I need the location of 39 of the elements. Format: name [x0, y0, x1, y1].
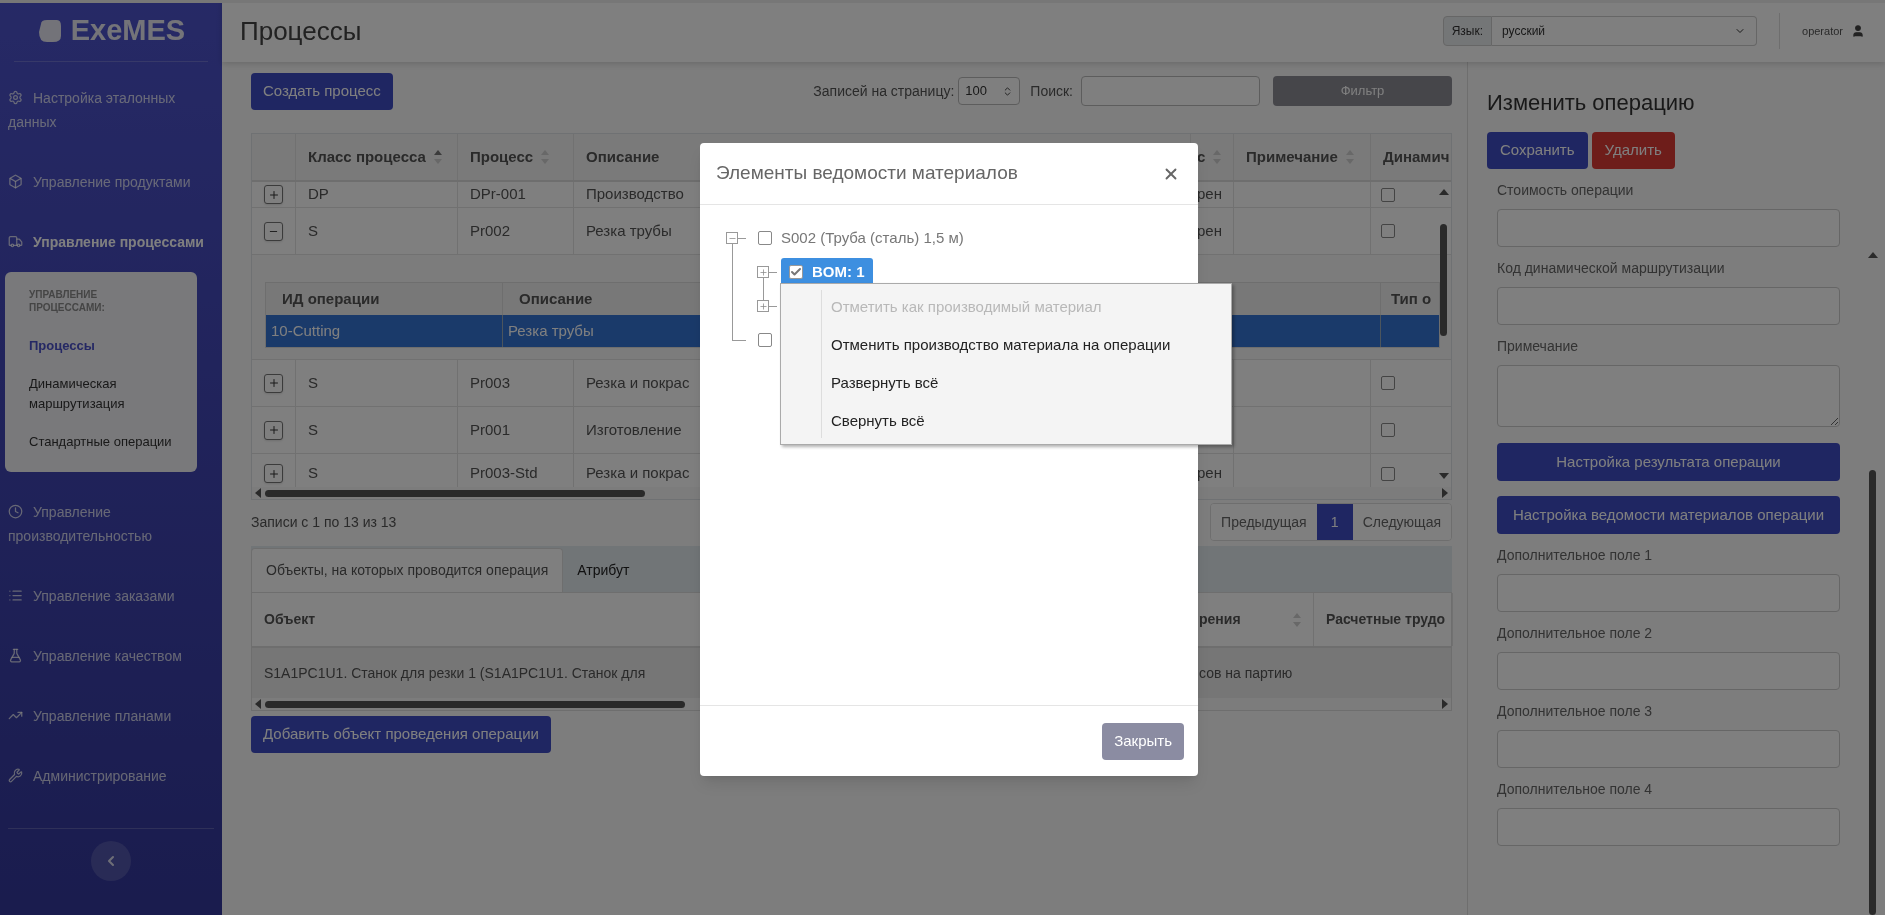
table-cell-text: Pr003: [470, 372, 511, 393]
tree-label: S002 (Труба (сталь) 1,5 м): [781, 227, 964, 248]
table-cell-text: сов на партию: [1199, 663, 1293, 683]
page-size-label: Записей на страницу:: [813, 81, 955, 101]
table-cell-text: DPr-001: [470, 184, 526, 205]
logo-text: ExeMES: [70, 12, 186, 48]
field-label: Код динамической маршрутизации: [1497, 259, 1726, 277]
search-label: Поиск:: [1030, 81, 1073, 101]
tree-label: BOM: 1: [812, 261, 865, 282]
table-cell-text: 10-Cutting: [271, 320, 341, 341]
table-cell-text: S: [308, 463, 318, 484]
table-cell-text: Резка трубы: [586, 220, 672, 241]
table-cell-text: Производство: [586, 184, 684, 205]
table-cell-text: рен: [1197, 463, 1222, 484]
table-cell-text: Резка и покрас: [586, 463, 690, 484]
dialog-title: Элементы ведомости материалов: [716, 161, 1018, 186]
table-cell-text: Pr001: [470, 419, 511, 440]
table-cell-text: Резка трубы: [508, 320, 594, 341]
field-label: Примечание: [1497, 337, 1580, 355]
table-cell-text: рен: [1197, 220, 1222, 241]
page-title: Процессы: [240, 14, 362, 48]
table-cell-text: Pr002: [470, 220, 511, 241]
field-label: Стоимость операции: [1497, 181, 1635, 199]
field-label: Дополнительное поле 4: [1497, 780, 1654, 798]
table-cell-text: Pr003-Std: [470, 463, 538, 484]
table-cell-text: S: [308, 372, 318, 393]
field-label: Дополнительное поле 3: [1497, 702, 1654, 720]
table-cell-text: рен: [1197, 184, 1222, 205]
field-label: Дополнительное поле 1: [1497, 546, 1654, 564]
table-cell-text: S: [308, 220, 318, 241]
table-cell-text: Изготовление: [586, 419, 682, 440]
language-label: Язык:: [1442, 16, 1492, 46]
table-cell-text: Резка и покрас: [586, 372, 690, 393]
table-cell-text: S1A1PC1U1. Станок для резки 1 (S1A1PC1U1. Станок для: [264, 663, 646, 683]
field-label: Дополнительное поле 2: [1497, 624, 1654, 642]
table-cell-text: S: [308, 419, 318, 440]
records-info: Записи с 1 по 13 из 13: [251, 512, 397, 532]
table-cell-text: DP: [308, 184, 329, 205]
panel-title: Изменить операцию: [1487, 89, 1696, 117]
